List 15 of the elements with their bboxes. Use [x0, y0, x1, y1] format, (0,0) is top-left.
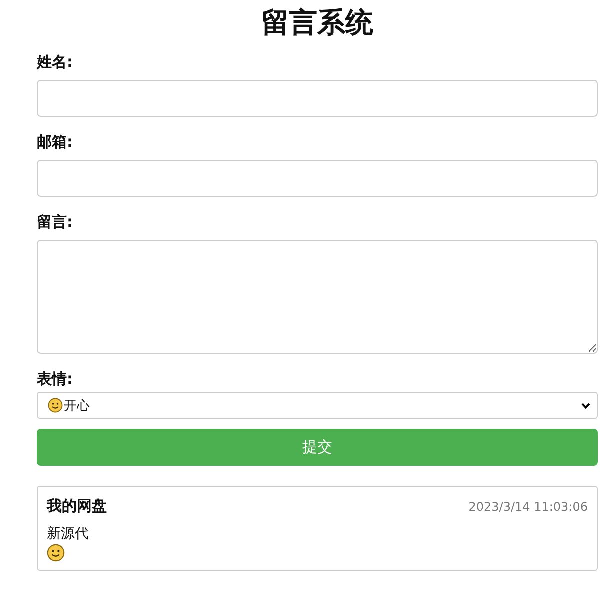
- timestamp: 2023/3/14 11:03:06: [468, 500, 588, 514]
- field-label: 邮箱:: [37, 132, 74, 152]
- field-label: 姓名:: [37, 52, 74, 72]
- message-text: 新源代: [47, 525, 90, 544]
- smiley-icon: [48, 398, 63, 413]
- input-field[interactable]: [37, 160, 598, 197]
- chevron-down-icon: [581, 400, 591, 410]
- author-name: 我的网盘: [47, 497, 107, 516]
- mood-dropdown[interactable]: 开心: [37, 392, 598, 419]
- message-field[interactable]: [37, 240, 598, 354]
- smiley-icon: [47, 544, 65, 562]
- page-title: 留言系统: [260, 5, 374, 41]
- field-label: 表情:: [37, 369, 74, 389]
- field-label: 留言:: [37, 212, 74, 232]
- input-field[interactable]: [37, 80, 598, 117]
